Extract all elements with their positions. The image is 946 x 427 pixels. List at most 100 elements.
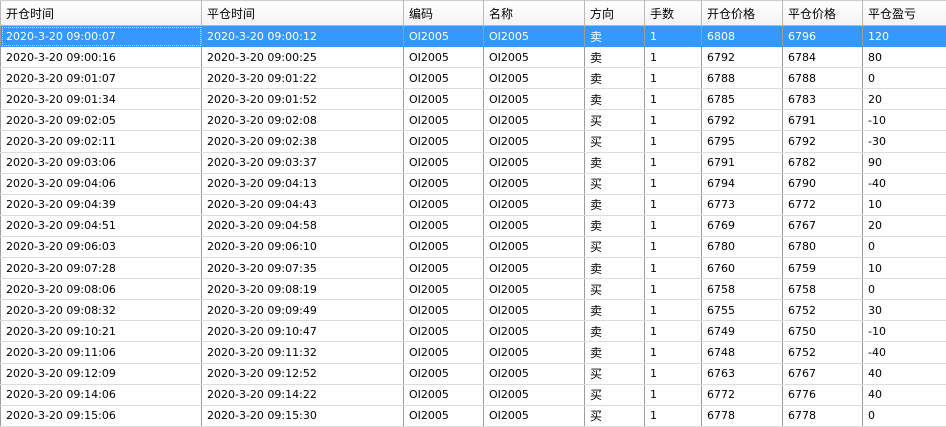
table-row[interactable]: 2020-3-20 09:04:39 2020-3-20 09:04:43 OI20… (0, 193, 946, 216)
table-row[interactable]: 2020-3-20 09:04:06 2020-3-20 09:04:13 OI20… (0, 172, 946, 195)
cell-name: OI2005 (483, 46, 585, 69)
cell-lots: 1 (644, 341, 702, 364)
column-header-direction[interactable]: 方向 (584, 0, 645, 26)
table-row[interactable]: 2020-3-20 09:02:05 2020-3-20 09:02:08 OI20… (0, 109, 946, 132)
table-row[interactable]: 2020-3-20 09:11:06 2020-3-20 09:11:32 OI20… (0, 341, 946, 364)
cell-direction: 买 (584, 109, 645, 132)
cell-code: OI2005 (403, 362, 484, 385)
cell-close-pnl: -40 (862, 341, 946, 364)
cell-direction: 买 (584, 172, 645, 195)
cell-close-price: 6767 (782, 214, 863, 237)
cell-close-time: 2020-3-20 09:14:22 (201, 383, 404, 406)
cell-direction: 卖 (584, 88, 645, 111)
table-row[interactable]: 2020-3-20 09:10:21 2020-3-20 09:10:47 OI20… (0, 320, 946, 343)
table-row[interactable]: 2020-3-20 09:02:11 2020-3-20 09:02:38 OI20… (0, 130, 946, 153)
cell-open-time: 2020-3-20 09:04:51 (0, 214, 202, 237)
column-header-name[interactable]: 名称 (483, 0, 585, 26)
table-row[interactable]: 2020-3-20 09:03:06 2020-3-20 09:03:37 OI20… (0, 151, 946, 174)
cell-open-time: 2020-3-20 09:07:28 (0, 257, 202, 280)
cell-open-time: 2020-3-20 09:12:09 (0, 362, 202, 385)
cell-close-price: 6784 (782, 46, 863, 69)
table-row[interactable]: 2020-3-20 09:12:09 2020-3-20 09:12:52 OI20… (0, 362, 946, 385)
cell-close-time: 2020-3-20 09:00:12 (201, 24, 404, 48)
cell-direction: 买 (584, 362, 645, 385)
cell-lots: 1 (644, 404, 702, 427)
trade-record-table: 开仓时间 平仓时间 编码 名称 方向 手数 开仓价格 平仓价格 平仓盈亏 2020-3-20 0… (0, 0, 946, 427)
cell-name: OI2005 (483, 299, 585, 322)
cell-name: OI2005 (483, 24, 585, 48)
cell-close-pnl: 40 (862, 362, 946, 385)
cell-close-time: 2020-3-20 09:06:10 (201, 235, 404, 259)
cell-name: OI2005 (483, 109, 585, 132)
cell-close-price: 6782 (782, 151, 863, 174)
cell-lots: 1 (644, 383, 702, 406)
cell-close-pnl: 40 (862, 383, 946, 406)
cell-lots: 1 (644, 130, 702, 153)
cell-name: OI2005 (483, 172, 585, 195)
cell-close-pnl: -10 (862, 320, 946, 343)
cell-code: OI2005 (403, 383, 484, 406)
table-row[interactable]: 2020-3-20 09:00:16 2020-3-20 09:00:25 OI20… (0, 46, 946, 69)
cell-direction: 买 (584, 383, 645, 406)
cell-name: OI2005 (483, 362, 585, 385)
cell-lots: 1 (644, 67, 702, 90)
cell-close-price: 6792 (782, 130, 863, 153)
table-row[interactable]: 2020-3-20 09:04:51 2020-3-20 09:04:58 OI20… (0, 214, 946, 237)
cell-open-time: 2020-3-20 09:06:03 (0, 235, 202, 259)
cell-lots: 1 (644, 151, 702, 174)
table-row[interactable]: 2020-3-20 09:00:07 2020-3-20 09:00:12 OI20… (0, 24, 946, 48)
table-row[interactable]: 2020-3-20 09:06:03 2020-3-20 09:06:10 OI20… (0, 235, 946, 259)
column-header-lots[interactable]: 手数 (644, 0, 702, 26)
table-row[interactable]: 2020-3-20 09:15:06 2020-3-20 09:15:30 OI20… (0, 404, 946, 427)
cell-direction: 卖 (584, 257, 645, 280)
cell-code: OI2005 (403, 172, 484, 195)
cell-close-pnl: -30 (862, 130, 946, 153)
cell-name: OI2005 (483, 130, 585, 153)
header-row: 开仓时间 平仓时间 编码 名称 方向 手数 开仓价格 平仓价格 平仓盈亏 (0, 0, 946, 26)
cell-open-time: 2020-3-20 09:01:34 (0, 88, 202, 111)
cell-open-price: 6778 (701, 404, 783, 427)
table-row[interactable]: 2020-3-20 09:14:06 2020-3-20 09:14:22 OI20… (0, 383, 946, 406)
cell-code: OI2005 (403, 299, 484, 322)
cell-close-time: 2020-3-20 09:02:38 (201, 130, 404, 153)
cell-name: OI2005 (483, 67, 585, 90)
cell-lots: 1 (644, 193, 702, 216)
cell-open-time: 2020-3-20 09:00:16 (0, 46, 202, 69)
cell-close-price: 6767 (782, 362, 863, 385)
cell-close-pnl: -10 (862, 109, 946, 132)
column-header-code[interactable]: 编码 (403, 0, 484, 26)
cell-name: OI2005 (483, 341, 585, 364)
table-row[interactable]: 2020-3-20 09:01:34 2020-3-20 09:01:52 OI20… (0, 88, 946, 111)
cell-close-time: 2020-3-20 09:09:49 (201, 299, 404, 322)
cell-close-price: 6759 (782, 257, 863, 280)
cell-close-time: 2020-3-20 09:11:32 (201, 341, 404, 364)
cell-direction: 卖 (584, 214, 645, 237)
cell-open-time: 2020-3-20 09:02:11 (0, 130, 202, 153)
cell-close-pnl: -40 (862, 172, 946, 195)
table-header: 开仓时间 平仓时间 编码 名称 方向 手数 开仓价格 平仓价格 平仓盈亏 (0, 0, 946, 26)
cell-close-pnl: 20 (862, 88, 946, 111)
column-header-close-time[interactable]: 平仓时间 (201, 0, 404, 26)
cell-close-price: 6776 (782, 383, 863, 406)
table-row[interactable]: 2020-3-20 09:01:07 2020-3-20 09:01:22 OI20… (0, 67, 946, 90)
column-header-open-time[interactable]: 开仓时间 (0, 0, 202, 26)
cell-open-time: 2020-3-20 09:08:06 (0, 278, 202, 301)
cell-code: OI2005 (403, 24, 484, 48)
cell-close-price: 6750 (782, 320, 863, 343)
cell-open-time: 2020-3-20 09:08:32 (0, 299, 202, 322)
column-header-close-price[interactable]: 平仓价格 (782, 0, 863, 26)
table-row[interactable]: 2020-3-20 09:08:32 2020-3-20 09:09:49 OI20… (0, 299, 946, 322)
table-row[interactable]: 2020-3-20 09:07:28 2020-3-20 09:07:35 OI20… (0, 257, 946, 280)
column-header-close-pnl[interactable]: 平仓盈亏 (862, 0, 946, 26)
cell-name: OI2005 (483, 383, 585, 406)
cell-close-price: 6796 (782, 24, 863, 48)
cell-code: OI2005 (403, 130, 484, 153)
cell-name: OI2005 (483, 257, 585, 280)
column-header-open-price[interactable]: 开仓价格 (701, 0, 783, 26)
cell-open-price: 6769 (701, 214, 783, 237)
cell-open-time: 2020-3-20 09:14:06 (0, 383, 202, 406)
cell-close-time: 2020-3-20 09:01:22 (201, 67, 404, 90)
table-row[interactable]: 2020-3-20 09:08:06 2020-3-20 09:08:19 OI20… (0, 278, 946, 301)
cell-direction: 买 (584, 130, 645, 153)
cell-open-price: 6792 (701, 109, 783, 132)
